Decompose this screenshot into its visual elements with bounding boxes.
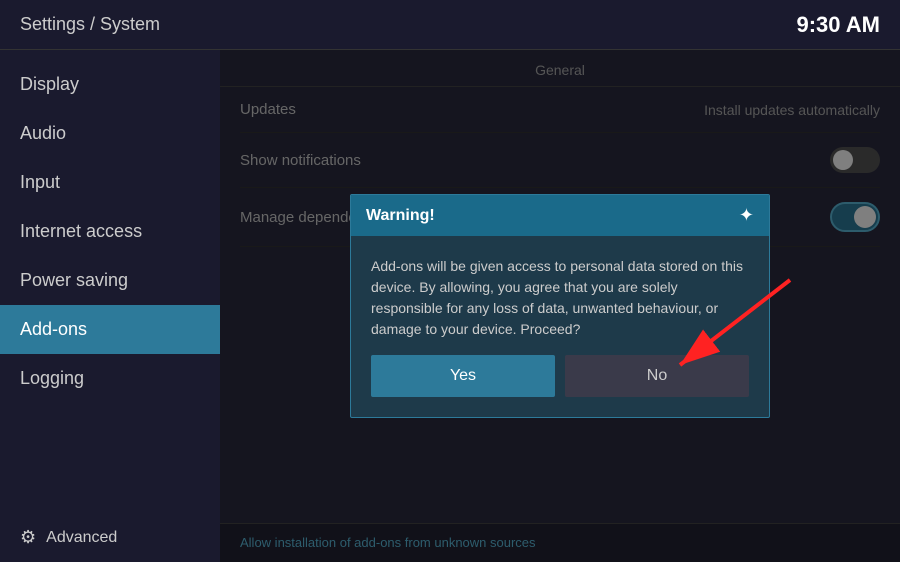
page-title: Settings / System	[20, 14, 160, 35]
kodi-icon: ✦	[739, 205, 754, 226]
sidebar-item-addons[interactable]: Add-ons	[0, 305, 220, 354]
sidebar-item-logging[interactable]: Logging	[0, 354, 220, 403]
clock: 9:30 AM	[796, 12, 880, 38]
sidebar-item-display[interactable]: Display	[0, 60, 220, 109]
sidebar-item-internet[interactable]: Internet access	[0, 207, 220, 256]
sidebar-item-power[interactable]: Power saving	[0, 256, 220, 305]
dialog-message: Add-ons will be given access to personal…	[371, 256, 749, 340]
modal-overlay: Warning! ✦ Add-ons will be given access …	[220, 50, 900, 562]
sidebar-item-input[interactable]: Input	[0, 158, 220, 207]
dialog-body: Add-ons will be given access to personal…	[351, 236, 769, 355]
layout: Display Audio Input Internet access Powe…	[0, 50, 900, 562]
advanced-label: Advanced	[46, 529, 117, 547]
warning-dialog: Warning! ✦ Add-ons will be given access …	[350, 194, 770, 418]
sidebar-item-audio[interactable]: Audio	[0, 109, 220, 158]
gear-icon: ⚙	[20, 527, 36, 548]
header: Settings / System 9:30 AM	[0, 0, 900, 50]
yes-button[interactable]: Yes	[371, 355, 555, 397]
dialog-title: Warning!	[366, 207, 435, 225]
dialog-buttons: Yes No	[351, 355, 769, 417]
sidebar-footer[interactable]: ⚙ Advanced	[0, 513, 220, 562]
dialog-header: Warning! ✦	[351, 195, 769, 236]
no-button[interactable]: No	[565, 355, 749, 397]
main-content: General Updates Install updates automati…	[220, 50, 900, 562]
sidebar: Display Audio Input Internet access Powe…	[0, 50, 220, 562]
